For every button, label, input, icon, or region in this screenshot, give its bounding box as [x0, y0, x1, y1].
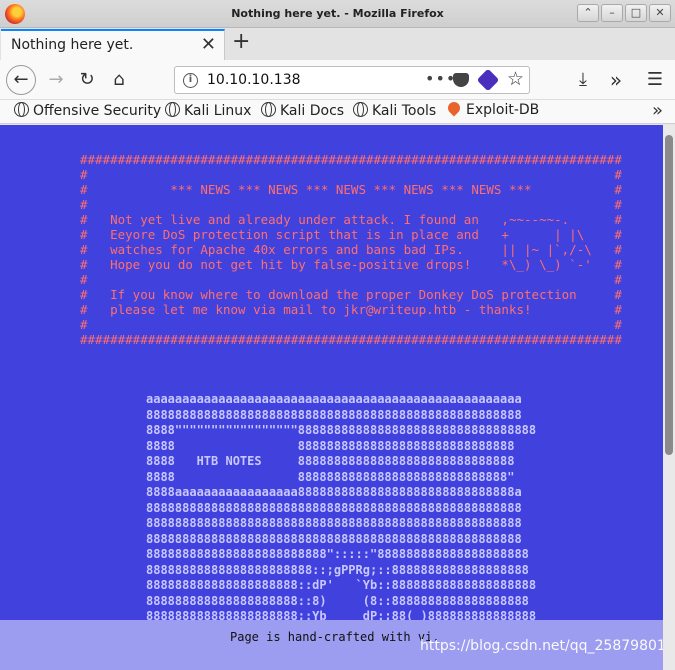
page-content: ########################################…	[0, 125, 663, 670]
title-bar: Nothing here yet. - Mozilla Firefox ⌃ – …	[0, 0, 675, 28]
scrollbar-thumb[interactable]	[665, 135, 673, 455]
bookmark-exploit-db[interactable]: Exploit-DB	[445, 99, 540, 118]
news-banner: ########################################…	[80, 152, 622, 347]
bookmark-offensive-security[interactable]: Offensive Security	[14, 102, 161, 119]
bookmarks-toolbar: Offensive Security Kali Linux Kali Docs …	[0, 99, 675, 124]
site-info-icon[interactable]: i	[183, 73, 198, 88]
url-bar[interactable]: i 10.10.10.138 ••• ☆	[174, 66, 530, 94]
toolbar-overflow-icon[interactable]: »	[601, 65, 631, 95]
extension-icon[interactable]	[476, 68, 500, 92]
window-close-button[interactable]: ✕	[649, 4, 671, 22]
forward-button[interactable]: →	[41, 65, 71, 95]
window-maximize-button[interactable]: □	[625, 4, 647, 22]
bookmark-kali-tools[interactable]: Kali Tools	[353, 102, 436, 119]
reload-button[interactable]: ↻	[72, 65, 102, 95]
back-button[interactable]: ←	[6, 65, 36, 95]
window-controls: ⌃ – □ ✕	[577, 4, 671, 22]
tab-strip: Nothing here yet. ✕ +	[0, 28, 675, 60]
globe-icon	[14, 102, 29, 117]
window-minimize-button[interactable]: –	[601, 4, 623, 22]
home-button[interactable]: ⌂	[104, 65, 134, 95]
bookmark-star-icon[interactable]: ☆	[507, 68, 524, 90]
bookmark-label: Kali Tools	[372, 103, 437, 119]
bookmark-kali-docs[interactable]: Kali Docs	[261, 102, 344, 119]
bookmark-kali-linux[interactable]: Kali Linux	[165, 102, 251, 119]
globe-icon	[165, 102, 180, 117]
htb-notes-art: aaaaaaaaaaaaaaaaaaaaaaaaaaaaaaaaaaaaaaaa…	[146, 392, 543, 639]
bookmark-label: Kali Docs	[280, 103, 345, 119]
new-tab-button[interactable]: +	[232, 29, 250, 54]
bookmark-label: Kali Linux	[184, 103, 252, 119]
globe-icon	[353, 102, 368, 117]
globe-icon	[261, 102, 276, 117]
navigation-toolbar: ← → ↻ ⌂ i 10.10.10.138 ••• ☆ ⤓ » ☰	[0, 60, 675, 100]
page-actions-icon[interactable]: •••	[425, 69, 456, 88]
footer-text: Page is hand-crafted with vi.	[230, 630, 440, 644]
tab-title: Nothing here yet.	[11, 37, 134, 53]
window-title: Nothing here yet. - Mozilla Firefox	[231, 7, 444, 20]
bookmark-label: Exploit-DB	[466, 102, 540, 118]
page-scrollbar[interactable]	[663, 125, 675, 670]
window-shade-button[interactable]: ⌃	[577, 4, 599, 22]
hamburger-menu-icon[interactable]: ☰	[640, 65, 670, 95]
bookmark-label: Offensive Security	[33, 103, 162, 119]
download-icon[interactable]: ⤓	[568, 65, 598, 95]
tab-active[interactable]: Nothing here yet. ✕	[1, 29, 225, 60]
bookmarks-overflow-icon[interactable]: »	[652, 100, 663, 121]
tab-close-icon[interactable]: ✕	[201, 34, 216, 55]
url-text[interactable]: 10.10.10.138	[207, 72, 301, 88]
pocket-icon[interactable]	[453, 73, 469, 87]
watermark: https://blog.csdn.net/qq_25879801	[420, 638, 666, 654]
exploit-db-icon	[445, 99, 463, 117]
